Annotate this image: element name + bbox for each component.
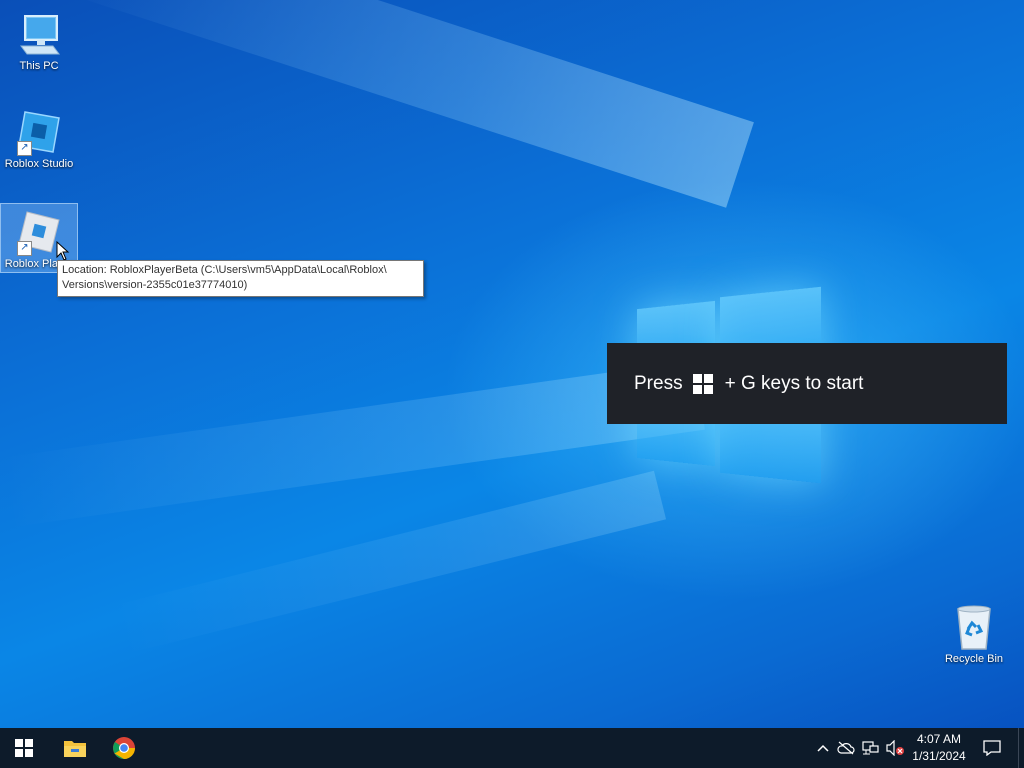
location-tooltip: Location: RobloxPlayerBeta (C:\Users\vm5… [57, 260, 424, 297]
action-center-button[interactable] [978, 728, 1006, 768]
windows-key-icon [692, 373, 713, 394]
notification-icon [983, 740, 1001, 756]
roblox-studio-icon: ↗ [15, 108, 63, 156]
taskbar-file-explorer[interactable] [51, 728, 99, 768]
desktop-icon-label: Recycle Bin [944, 653, 1004, 665]
wallpaper-light-beam [60, 0, 754, 208]
volume-tray-button[interactable] [884, 728, 906, 768]
onedrive-tray-button[interactable] [835, 728, 857, 768]
tooltip-line: Versions\version-2355c01e37774010) [62, 279, 248, 291]
taskbar: 4:07 AM 1/31/2024 [0, 728, 1024, 768]
clock-date: 1/31/2024 [912, 749, 966, 763]
network-icon [862, 741, 879, 755]
desktop-icon-roblox-studio[interactable]: ↗ Roblox Studio [1, 104, 77, 174]
desktop[interactable]: This PC ↗ Roblox Studio ↗ Roblox Player … [0, 0, 1024, 728]
shortcut-arrow-icon: ↗ [17, 241, 32, 256]
toast-prefix: Press [634, 372, 683, 394]
show-hidden-icons-button[interactable] [812, 728, 834, 768]
folder-icon [64, 741, 86, 757]
windows-logo-icon [15, 739, 33, 757]
chevron-up-icon [817, 744, 829, 752]
taskbar-google-chrome[interactable] [100, 728, 148, 768]
volume-muted-icon [886, 740, 904, 756]
desktop-icon-label: This PC [19, 60, 59, 72]
show-desktop-button[interactable] [1018, 728, 1024, 768]
shortcut-arrow-icon: ↗ [17, 141, 32, 156]
tooltip-line: Location: RobloxPlayerBeta (C:\Users\vm5… [62, 264, 387, 276]
clock-time: 4:07 AM [916, 732, 962, 746]
desktop-icon-label: Roblox Studio [4, 158, 74, 170]
cloud-offline-icon [837, 741, 855, 755]
taskbar-clock[interactable]: 4:07 AM 1/31/2024 [904, 731, 974, 765]
desktop-icon-recycle-bin[interactable]: Recycle Bin [936, 599, 1012, 669]
desktop-icon-this-pc[interactable]: This PC [1, 6, 77, 76]
computer-icon [15, 10, 63, 58]
network-tray-button[interactable] [860, 728, 882, 768]
mouse-cursor-icon [56, 241, 70, 261]
recycle-bin-icon [950, 603, 998, 651]
chrome-icon [113, 737, 135, 759]
game-bar-toast: Press + G keys to start [607, 343, 1007, 424]
toast-suffix: + G keys to start [724, 372, 864, 394]
start-button[interactable] [0, 728, 48, 768]
